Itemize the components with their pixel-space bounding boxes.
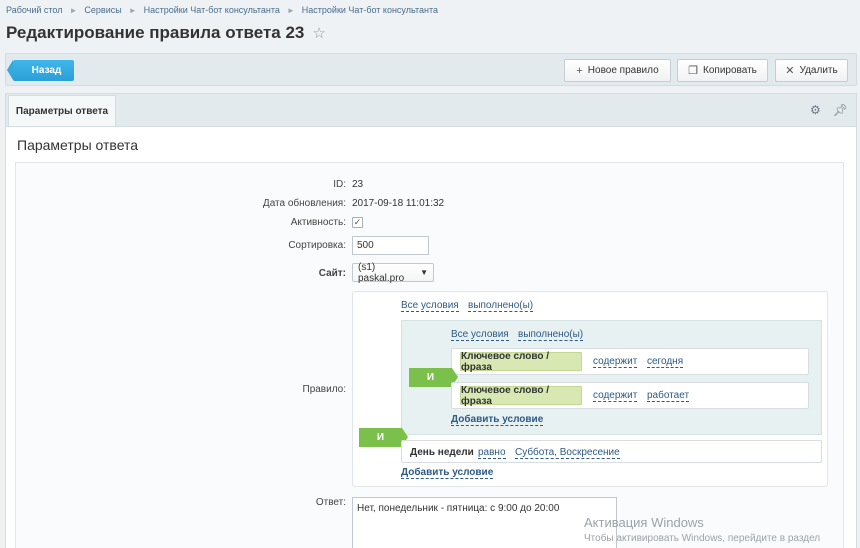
active-checkbox[interactable]: ✓	[352, 217, 363, 228]
inner-add-condition-link[interactable]: Добавить условие	[451, 414, 544, 426]
inner-all-conditions-link[interactable]: Все условия	[451, 329, 509, 341]
sort-input[interactable]: 500	[352, 236, 429, 255]
rule-label: Правило:	[302, 384, 347, 395]
site-label: Сайт:	[318, 268, 346, 279]
condition-value[interactable]: сегодня	[647, 356, 684, 368]
day-value[interactable]: Суббота, Воскресение	[515, 447, 620, 459]
breadcrumb-item-chatbot-settings[interactable]: Настройки Чат-бот консультанта	[144, 5, 280, 15]
id-label: ID:	[333, 179, 346, 190]
condition-row: Ключевое слово / фраза содержит сегодня	[451, 348, 809, 375]
tab-answer-params[interactable]: Параметры ответа	[8, 95, 116, 127]
outer-add-condition-link[interactable]: Добавить условие	[401, 467, 494, 479]
sort-label: Сортировка:	[288, 240, 346, 251]
outer-all-conditions-link[interactable]: Все условия	[401, 300, 459, 312]
tab-tools: ⚙ 📌︎	[810, 103, 848, 117]
delete-button[interactable]: ✕ Удалить	[775, 59, 848, 82]
active-label: Активность:	[290, 217, 346, 228]
condition-value[interactable]: работает	[647, 390, 690, 402]
condition-row: Ключевое слово / фраза содержит работает	[451, 382, 809, 409]
tab-bar: Параметры ответа ⚙ 📌︎	[5, 93, 857, 127]
chevron-right-icon: ►	[128, 5, 137, 15]
page-title: Редактирование правила ответа 23	[6, 23, 305, 42]
copy-label: Копировать	[703, 65, 757, 76]
new-rule-button[interactable]: + Новое правило	[564, 59, 671, 82]
condition-operator[interactable]: содержит	[593, 390, 638, 402]
day-field-label: День недели	[410, 447, 474, 458]
outer-fulfilled-link[interactable]: выполнено(ы)	[468, 300, 534, 312]
breadcrumb-item-chatbot-settings-2[interactable]: Настройки Чат-бот консультанта	[302, 5, 438, 15]
site-select-value: (s1) paskal.pro	[358, 261, 405, 284]
condition-field[interactable]: Ключевое слово / фраза	[460, 351, 582, 373]
back-button[interactable]: Назад	[7, 60, 74, 81]
day-condition-row: День недели равно Суббота, Воскресение	[401, 440, 822, 463]
activation-watermark-text: Чтобы активировать Windows, перейдите в …	[584, 533, 821, 544]
updated-value: 2017-09-18 11:01:32	[352, 198, 445, 209]
breadcrumb: Рабочий стол ► Сервисы ► Настройки Чат-б…	[6, 5, 438, 15]
outer-and-badge: И	[359, 428, 408, 447]
inner-and-badge: И	[409, 368, 458, 387]
day-operator[interactable]: равно	[478, 447, 506, 459]
pin-icon[interactable]: 📌︎	[833, 103, 848, 117]
plus-icon: +	[576, 64, 583, 77]
inner-fulfilled-link[interactable]: выполнено(ы)	[518, 329, 584, 341]
page-header: Редактирование правила ответа 23 ☆	[6, 23, 326, 43]
close-icon: ✕	[785, 65, 795, 77]
copy-icon: ❐	[688, 65, 699, 77]
section-title: Параметры ответа	[17, 137, 139, 153]
updated-label: Дата обновления:	[262, 198, 346, 209]
site-select[interactable]: (s1) paskal.pro ▼	[352, 261, 434, 284]
condition-operator[interactable]: содержит	[593, 356, 638, 368]
breadcrumb-item-desktop[interactable]: Рабочий стол	[6, 5, 63, 15]
new-rule-label: Новое правило	[587, 65, 659, 76]
chevron-right-icon: ►	[286, 5, 295, 15]
id-value: 23	[352, 179, 364, 190]
breadcrumb-item-services[interactable]: Сервисы	[84, 5, 121, 15]
copy-button[interactable]: ❐ Копировать	[677, 59, 768, 82]
delete-label: Удалить	[799, 65, 838, 76]
gear-icon[interactable]: ⚙	[810, 103, 821, 117]
activation-watermark-title: Активация Windows	[584, 515, 704, 530]
answer-label: Ответ:	[315, 497, 346, 508]
star-icon[interactable]: ☆	[312, 24, 325, 42]
caret-down-icon: ▼	[420, 268, 428, 277]
toolbar: Назад + Новое правило ❐ Копировать ✕ Уда…	[5, 53, 857, 86]
condition-field[interactable]: Ключевое слово / фраза	[460, 385, 582, 407]
chevron-right-icon: ►	[69, 5, 78, 15]
answer-textarea[interactable]: Нет, понедельник - пятница: с 9:00 до 20…	[352, 497, 617, 548]
